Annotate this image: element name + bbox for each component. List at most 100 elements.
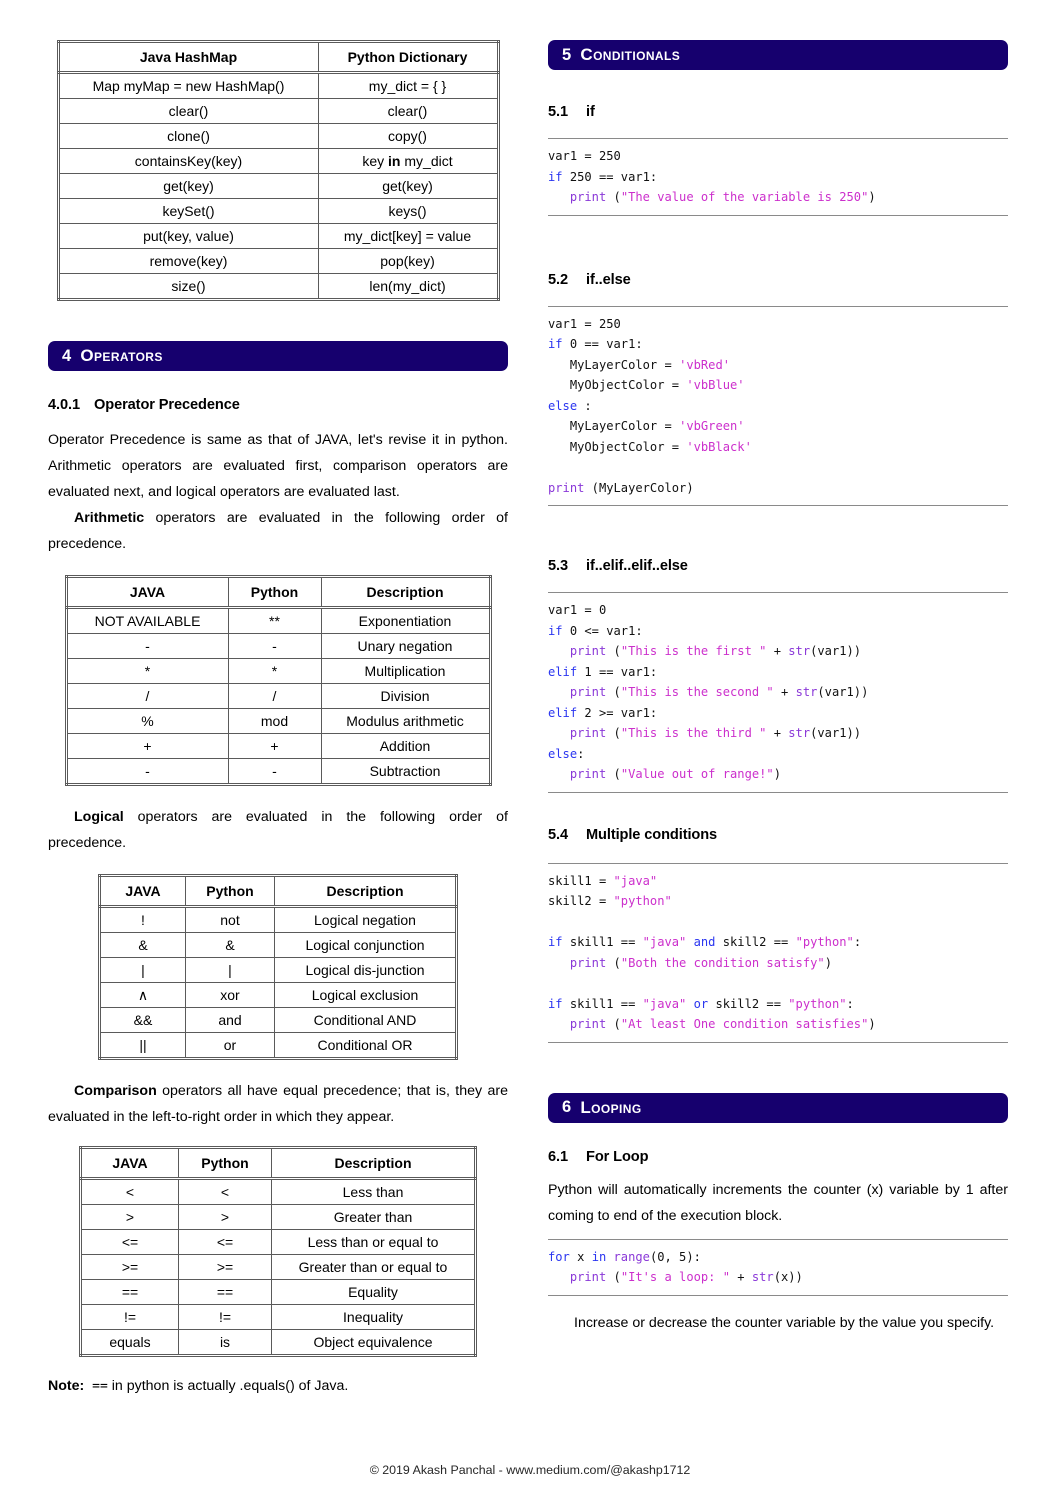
subsection-number: 5.3	[548, 558, 568, 574]
table-cell: %	[64, 708, 229, 734]
table-header-row: Java HashMap Python Dictionary	[56, 40, 500, 74]
table-cell: >=	[178, 1254, 272, 1280]
code-block-if-else: var1 = 250 if 0 == var1: MyLayerColor = …	[548, 305, 1008, 506]
table-row: clear() clear()	[56, 98, 500, 124]
table-header-cell: Python	[227, 575, 322, 609]
table-cell: Logical negation	[274, 906, 458, 933]
section-title: Operators	[80, 346, 163, 365]
table-row: && and Conditional AND	[98, 1007, 458, 1033]
section-number: 5	[562, 45, 572, 64]
table-row: remove(key) pop(key)	[56, 248, 500, 274]
left-column: Java HashMap Python Dictionary Map myMap =…	[48, 0, 508, 1398]
section-number: 6	[562, 1098, 572, 1116]
table-cell: |	[98, 957, 186, 983]
section-title: Looping	[580, 1097, 642, 1117]
subsection-title: if	[586, 104, 595, 120]
logical-table-wrapper: JAVA Python Description! not Logical negatio…	[48, 874, 508, 1060]
table-cell: Equality	[271, 1279, 477, 1305]
table-cell: not	[185, 906, 275, 933]
table-header-cell: Python Dictionary	[317, 40, 500, 74]
table-row: <= <= Less than or equal to	[79, 1229, 477, 1255]
table-cell: containsKey(key)	[56, 148, 319, 174]
table-cell: -	[64, 758, 229, 786]
table-header-row: JAVA Python Description	[64, 575, 492, 609]
paragraph-arithmetic-intro: Arithmetic operators are evaluated in th…	[48, 505, 508, 557]
paragraph-increase-decrease: Increase or decrease the counter variabl…	[574, 1314, 995, 1331]
table-header-cell: Python	[178, 1146, 272, 1180]
table-row: size() len(my_dict)	[56, 273, 500, 301]
table-header-cell: Java HashMap	[56, 40, 319, 74]
table-cell: Multiplication	[320, 658, 492, 684]
table-row: % mod Modulus arithmetic	[64, 708, 492, 734]
table-cell: NOT AVAILABLE	[64, 607, 229, 634]
table-row: / / Division	[64, 683, 492, 709]
table-cell: Conditional AND	[274, 1007, 458, 1033]
table-cell: clone()	[56, 123, 319, 149]
table-cell: <	[178, 1178, 272, 1205]
subsection-heading-if-elif-else: 5.3 if..elif..elif..else	[548, 558, 1008, 574]
table-cell: put(key, value)	[56, 223, 319, 249]
logical-operators-table: JAVA Python Description! not Logical negatio…	[98, 874, 458, 1060]
subsection-title: if..else	[586, 271, 631, 288]
table-cell: &	[185, 932, 275, 958]
table-cell: and	[185, 1007, 275, 1033]
table-cell: ∧	[98, 982, 186, 1008]
section-header-conditionals: 5 Conditionals	[548, 40, 1008, 70]
table-row: equals is Object equivalence	[79, 1329, 477, 1357]
table-cell: **	[227, 607, 322, 634]
table-row: ! not Logical negation	[98, 906, 458, 933]
table-cell: Greater than	[271, 1204, 477, 1230]
table-cell: keys()	[317, 198, 500, 224]
table-header-row: JAVA Python Description	[98, 874, 458, 908]
note-label: Note:	[48, 1378, 85, 1394]
subsection-title: if..elif..elif..else	[586, 558, 688, 574]
note-code: ==	[92, 1379, 108, 1394]
subsection-title: Multiple conditions	[586, 826, 718, 843]
table-cell: equals	[79, 1329, 179, 1357]
table-cell: Unary negation	[320, 633, 492, 659]
table-cell: clear()	[56, 98, 319, 124]
table-row: * * Multiplication	[64, 658, 492, 684]
table-row: == == Equality	[79, 1279, 477, 1305]
table-row: < < Less than	[79, 1178, 477, 1205]
subsection-number: 5.2	[548, 271, 568, 288]
table-cell: Map myMap = new HashMap()	[56, 72, 319, 99]
table-cell: pop(key)	[317, 248, 500, 274]
subsection-heading-if-else: 5.2 if..else	[548, 272, 1008, 288]
table-cell: Logical exclusion	[274, 982, 458, 1008]
table-cell: -	[227, 758, 322, 786]
table-row: keySet() keys()	[56, 198, 500, 224]
section-title: Conditionals	[580, 45, 681, 64]
note-equals: Note: == in python is actually .equals()…	[48, 1375, 508, 1398]
subsection-heading-multiple-conditions: 5.4 Multiple conditions	[548, 827, 1008, 843]
right-column: 5 Conditionals 5.1 if var1 = 250 if 250 =…	[548, 0, 1008, 1336]
table-cell: keySet()	[56, 198, 319, 224]
table-cell: my_dict = { }	[317, 72, 500, 99]
table-header-cell: Python	[185, 874, 275, 908]
paragraph-operator-precedence: Operator Precedence is same as that of J…	[48, 432, 508, 500]
table-cell: ==	[178, 1279, 272, 1305]
table-cell: &&	[98, 1007, 186, 1033]
table-cell: ==	[79, 1279, 179, 1305]
hashmap-table-wrapper: Java HashMap Python Dictionary Map myMap =…	[48, 40, 508, 301]
table-header-cell: JAVA	[79, 1146, 179, 1180]
table-cell: is	[178, 1329, 272, 1357]
table-cell: !=	[79, 1304, 179, 1330]
table-row: containsKey(key) key in my_dict	[56, 148, 500, 174]
table-header-cell: Description	[271, 1146, 477, 1180]
subsection-number: 6.1	[548, 1148, 568, 1165]
code-block-for-loop: for x in range(0, 5): print ("It's a loo…	[548, 1238, 1008, 1296]
table-cell: Conditional OR	[274, 1032, 458, 1060]
table-cell: get(key)	[56, 173, 319, 199]
table-cell: Division	[320, 683, 492, 709]
table-cell: Less than	[271, 1178, 477, 1205]
table-row: ∧ xor Logical exclusion	[98, 982, 458, 1008]
table-cell: get(key)	[317, 173, 500, 199]
table-cell: *	[64, 658, 229, 684]
table-cell: -	[64, 633, 229, 659]
table-header-cell: JAVA	[98, 874, 186, 908]
table-cell: /	[64, 683, 229, 709]
paragraph-for-loop: Python will automatically increments the…	[548, 1181, 1008, 1224]
table-cell: -	[227, 633, 322, 659]
document-page: Java HashMap Python Dictionary Map myMap =…	[0, 0, 1060, 1500]
